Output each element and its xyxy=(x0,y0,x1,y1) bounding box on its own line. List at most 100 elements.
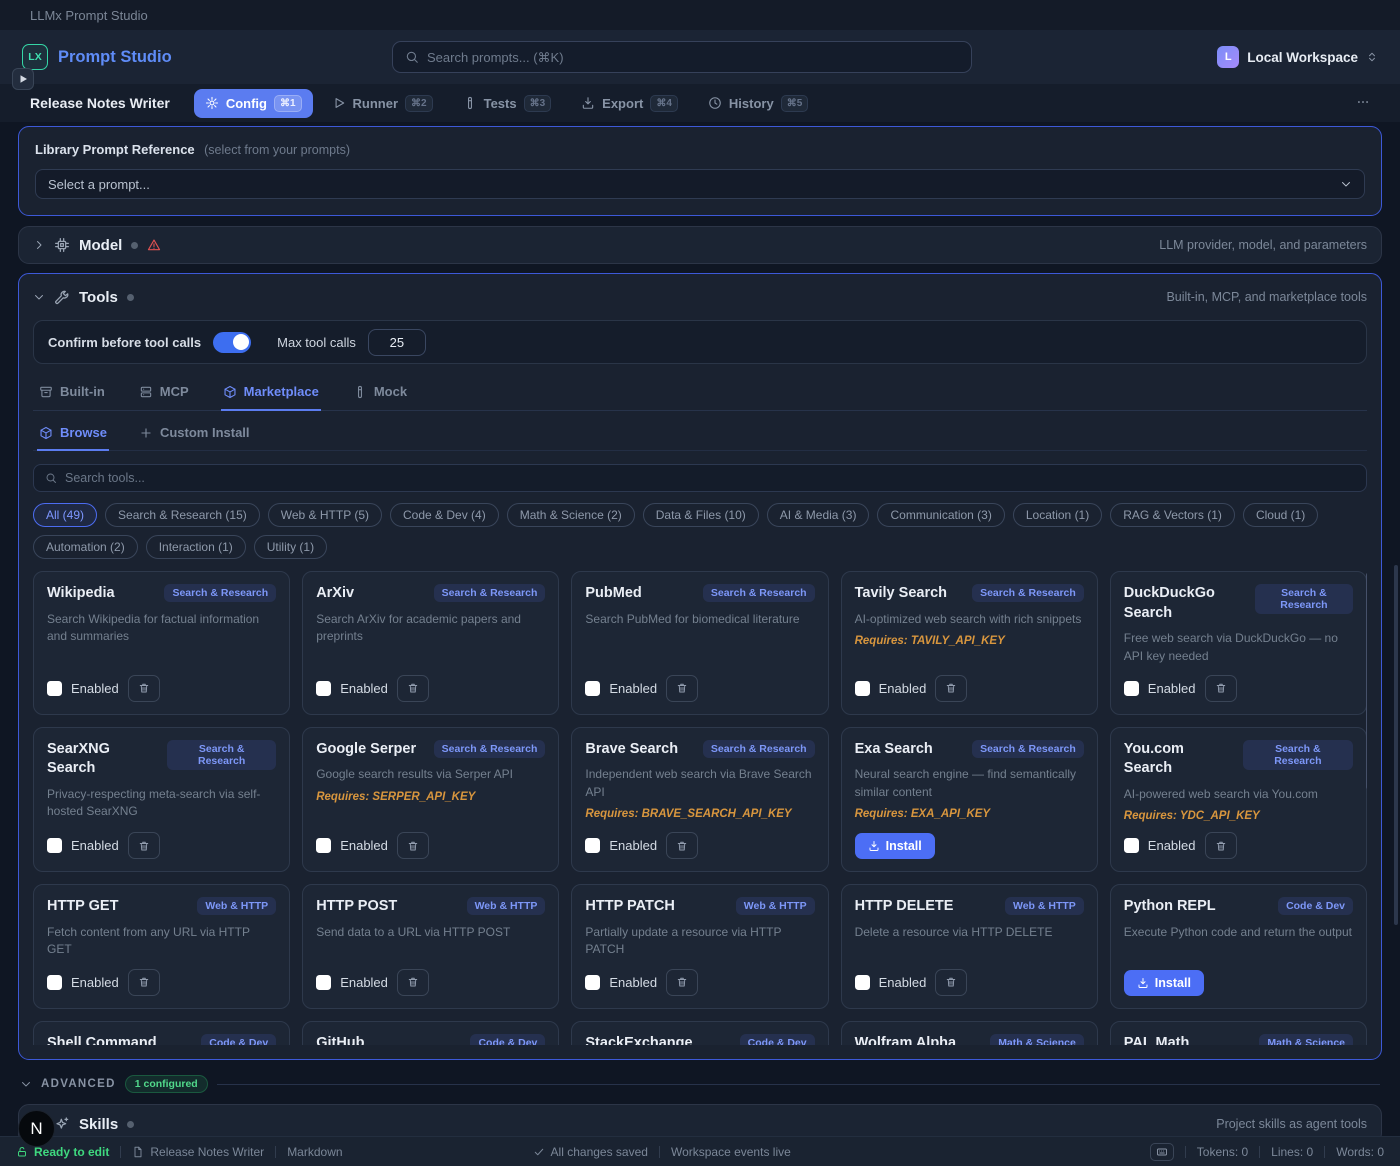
filter-chip-automation-2[interactable]: Automation (2) xyxy=(33,535,138,559)
trash-icon xyxy=(1215,840,1227,852)
testtube-icon xyxy=(353,385,367,399)
enabled-checkbox[interactable] xyxy=(855,975,870,990)
advanced-divider[interactable]: ADVANCED 1 configured xyxy=(20,1075,1380,1093)
tab-shortcut: ⌘4 xyxy=(650,95,678,112)
delete-tool-button[interactable] xyxy=(128,675,160,702)
tool-title: PAL Math xyxy=(1124,1034,1190,1045)
filter-chip-communication-3[interactable]: Communication (3) xyxy=(877,503,1004,527)
tab-runner[interactable]: Runner⌘2 xyxy=(321,89,444,118)
enabled-label: Enabled xyxy=(71,681,119,696)
tool-card-header: SearXNG SearchSearch & Research xyxy=(47,740,276,779)
delete-tool-button[interactable] xyxy=(666,675,698,702)
workspace-label: Local Workspace xyxy=(1247,50,1358,65)
tool-card-header: Shell CommandCode & Dev xyxy=(47,1034,276,1045)
filter-chip-all-49[interactable]: All (49) xyxy=(33,503,97,527)
confirm-toggle[interactable] xyxy=(213,332,251,353)
tools-section-header[interactable]: Tools Built-in, MCP, and marketplace too… xyxy=(19,274,1381,320)
enabled-checkbox[interactable] xyxy=(316,975,331,990)
model-section-header[interactable]: Model LLM provider, model, and parameter… xyxy=(18,226,1382,264)
workspace-switcher[interactable]: L Local Workspace xyxy=(1217,46,1378,68)
tab-config[interactable]: Config⌘1 xyxy=(194,89,313,118)
more-options-button[interactable] xyxy=(1356,95,1370,112)
tool-description: Google search results via Serper API xyxy=(316,766,545,783)
delete-tool-button[interactable] xyxy=(935,675,967,702)
delete-tool-button[interactable] xyxy=(397,832,429,859)
filter-chip-rag-vectors-1[interactable]: RAG & Vectors (1) xyxy=(1110,503,1235,527)
delete-tool-button[interactable] xyxy=(128,832,160,859)
delete-tool-button[interactable] xyxy=(1205,832,1237,859)
delete-tool-button[interactable] xyxy=(935,969,967,996)
filter-chip-interaction-1[interactable]: Interaction (1) xyxy=(146,535,246,559)
enabled-checkbox[interactable] xyxy=(47,681,62,696)
enabled-checkbox[interactable] xyxy=(585,838,600,853)
notification-fab[interactable]: N xyxy=(18,1110,55,1147)
enabled-checkbox[interactable] xyxy=(1124,681,1139,696)
filter-chip-web-http-5[interactable]: Web & HTTP (5) xyxy=(268,503,382,527)
keyboard-shortcuts-button[interactable] xyxy=(1150,1143,1174,1161)
tool-search-input[interactable] xyxy=(65,471,1355,485)
tool-description: AI-powered web search via You.com xyxy=(1124,786,1353,803)
filter-chip-math-science-2[interactable]: Math & Science (2) xyxy=(507,503,635,527)
advanced-label: ADVANCED xyxy=(41,1078,116,1090)
delete-tool-button[interactable] xyxy=(1205,675,1237,702)
run-fab-button[interactable] xyxy=(12,68,34,90)
workspace-avatar: L xyxy=(1217,46,1239,68)
tab-history[interactable]: History⌘5 xyxy=(697,89,819,118)
tool-card-footer: Enabled xyxy=(1124,822,1353,859)
tool-description: Search PubMed for biomedical literature xyxy=(585,611,814,628)
subtab-browse[interactable]: Browse xyxy=(37,417,109,451)
model-section-title: Model xyxy=(79,237,122,254)
tool-tab-mcp[interactable]: MCP xyxy=(137,376,191,411)
trash-icon xyxy=(138,682,150,694)
delete-tool-button[interactable] xyxy=(128,969,160,996)
tool-tab-built-in[interactable]: Built-in xyxy=(37,376,107,411)
skills-status-dot xyxy=(127,1121,134,1128)
filter-chip-location-1[interactable]: Location (1) xyxy=(1013,503,1102,527)
prompt-select[interactable]: Select a prompt... xyxy=(35,169,1365,199)
tab-tests[interactable]: Tests⌘3 xyxy=(452,89,563,118)
enabled-checkbox[interactable] xyxy=(585,681,600,696)
filter-chip-code-dev-4[interactable]: Code & Dev (4) xyxy=(390,503,499,527)
trash-icon xyxy=(138,840,150,852)
prompt-search-input[interactable] xyxy=(427,50,959,65)
enabled-checkbox[interactable] xyxy=(1124,838,1139,853)
filter-chip-cloud-1[interactable]: Cloud (1) xyxy=(1243,503,1318,527)
delete-tool-button[interactable] xyxy=(666,969,698,996)
enabled-checkbox[interactable] xyxy=(585,975,600,990)
enabled-checkbox[interactable] xyxy=(316,838,331,853)
tool-title: HTTP DELETE xyxy=(855,897,954,917)
document-status: Release Notes Writer xyxy=(132,1145,264,1159)
tab-label: Runner xyxy=(353,96,399,111)
tool-description: Free web search via DuckDuckGo — no API … xyxy=(1124,630,1353,665)
enabled-checkbox[interactable] xyxy=(47,838,62,853)
filter-chip-utility-1[interactable]: Utility (1) xyxy=(254,535,327,559)
tool-tab-marketplace[interactable]: Marketplace xyxy=(221,376,321,411)
filter-chip-ai-media-3[interactable]: AI & Media (3) xyxy=(767,503,870,527)
install-button[interactable]: Install xyxy=(1124,970,1204,996)
install-button[interactable]: Install xyxy=(855,833,935,859)
filter-chip-search-research-15[interactable]: Search & Research (15) xyxy=(105,503,260,527)
warning-icon xyxy=(147,238,161,252)
tool-search[interactable] xyxy=(33,464,1367,492)
category-badge: Code & Dev xyxy=(740,1034,815,1045)
page-scrollbar-thumb[interactable] xyxy=(1394,565,1398,925)
trash-icon xyxy=(407,976,419,988)
enabled-checkbox[interactable] xyxy=(316,681,331,696)
enabled-checkbox[interactable] xyxy=(855,681,870,696)
library-prompt-label: Library Prompt Reference xyxy=(35,142,195,157)
delete-tool-button[interactable] xyxy=(397,675,429,702)
chevron-down-icon xyxy=(20,1078,32,1090)
enabled-checkbox[interactable] xyxy=(47,975,62,990)
delete-tool-button[interactable] xyxy=(666,832,698,859)
tab-export[interactable]: Export⌘4 xyxy=(570,89,689,118)
subtab-custom-install[interactable]: Custom Install xyxy=(137,417,252,451)
tool-tab-mock[interactable]: Mock xyxy=(351,376,409,411)
delete-tool-button[interactable] xyxy=(397,969,429,996)
tool-card-header: You.com SearchSearch & Research xyxy=(1124,740,1353,779)
grid-scrollbar-thumb[interactable] xyxy=(1366,573,1367,789)
prompt-search[interactable] xyxy=(392,41,972,73)
trash-icon xyxy=(407,840,419,852)
enabled-label: Enabled xyxy=(609,681,657,696)
max-tool-calls-input[interactable] xyxy=(368,329,426,356)
filter-chip-data-files-10[interactable]: Data & Files (10) xyxy=(643,503,759,527)
